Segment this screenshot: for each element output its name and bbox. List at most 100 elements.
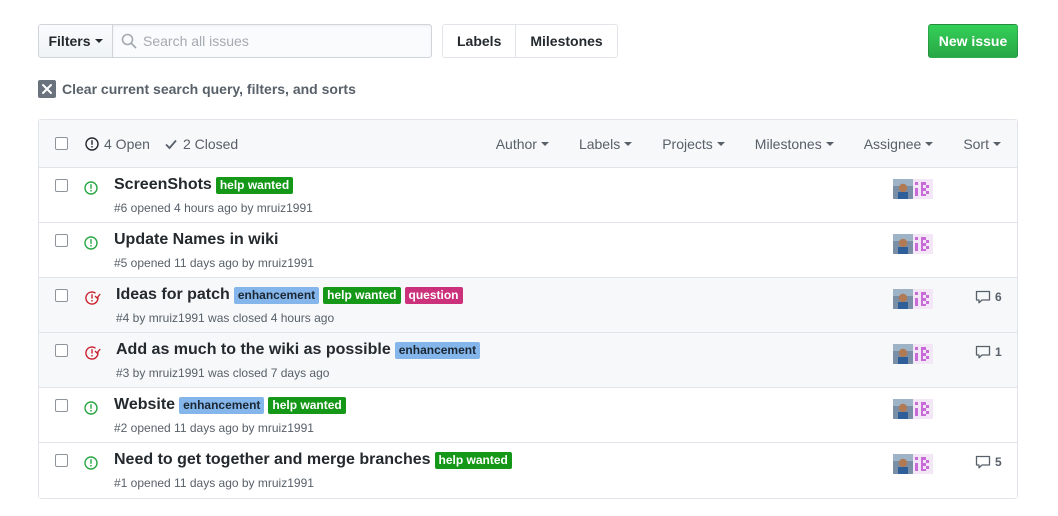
labels-milestones-nav: Labels Milestones bbox=[442, 24, 618, 58]
issue-closed-icon bbox=[85, 346, 101, 363]
filters-dropdown-button[interactable]: Filters bbox=[38, 24, 113, 58]
issue-opened-icon bbox=[85, 137, 99, 151]
chevron-down-icon bbox=[624, 142, 633, 146]
issue-meta: #3 by mruiz1991 was closed 7 days ago bbox=[116, 366, 330, 380]
avatar[interactable] bbox=[893, 399, 913, 419]
new-issue-button[interactable]: New issue bbox=[928, 24, 1018, 58]
filters-label: Filters bbox=[48, 33, 91, 49]
milestones-filter-label: Milestones bbox=[754, 136, 822, 152]
issue-title-link[interactable]: Update Names in wiki bbox=[114, 231, 279, 249]
issue-label-enhancement[interactable]: enhancement bbox=[394, 341, 481, 359]
sort-dropdown[interactable]: Sort bbox=[949, 136, 1017, 152]
issue-label-enhancement[interactable]: enhancement bbox=[233, 286, 320, 304]
avatar[interactable] bbox=[913, 344, 933, 364]
issue-row: Add as much to the wiki as possible enhan… bbox=[39, 333, 1017, 388]
avatar[interactable] bbox=[893, 179, 913, 199]
issue-title-line: Add as much to the wiki as possible enhan… bbox=[116, 341, 481, 359]
open-count-label: 4 Open bbox=[104, 136, 150, 152]
issues-list: 4 Open 2 Closed Author Labels Projects M… bbox=[38, 119, 1018, 499]
issue-title-link[interactable]: Add as much to the wiki as possible bbox=[116, 341, 391, 359]
avatar[interactable] bbox=[893, 289, 913, 309]
avatar[interactable] bbox=[893, 454, 913, 474]
chevron-down-icon bbox=[94, 39, 103, 43]
clear-query-link[interactable]: Clear current search query, filters, and… bbox=[38, 80, 356, 98]
avatar[interactable] bbox=[913, 289, 933, 309]
issue-checkbox[interactable] bbox=[55, 234, 68, 247]
issue-meta: #4 by mruiz1991 was closed 4 hours ago bbox=[116, 311, 335, 325]
chevron-down-icon bbox=[716, 142, 725, 146]
issue-title-line: Website enhancement help wanted bbox=[114, 396, 346, 414]
issue-checkbox[interactable] bbox=[55, 344, 68, 357]
closed-issues-filter[interactable]: 2 Closed bbox=[164, 136, 238, 152]
avatar[interactable] bbox=[913, 179, 933, 199]
issue-label-question[interactable]: question bbox=[404, 286, 463, 304]
sort-dropdown-label: Sort bbox=[963, 136, 989, 152]
issue-label-enhancement[interactable]: enhancement bbox=[179, 396, 265, 414]
avatar[interactable] bbox=[913, 234, 933, 254]
avatar[interactable] bbox=[913, 454, 933, 474]
projects-filter[interactable]: Projects bbox=[648, 136, 741, 152]
issue-meta: #6 opened 4 hours ago by mruiz1991 bbox=[114, 201, 313, 215]
chevron-down-icon bbox=[925, 142, 934, 146]
avatar[interactable] bbox=[893, 234, 913, 254]
issue-row: ScreenShots help wanted #6 opened 4 hours … bbox=[39, 168, 1017, 223]
chevron-down-icon bbox=[825, 142, 834, 146]
issue-title-line: Update Names in wiki bbox=[114, 231, 279, 249]
avatar[interactable] bbox=[913, 399, 933, 419]
labels-nav-button[interactable]: Labels bbox=[443, 25, 516, 57]
issues-list-header: 4 Open 2 Closed Author Labels Projects M… bbox=[39, 120, 1017, 168]
close-icon bbox=[38, 80, 56, 98]
issue-opened-icon bbox=[84, 181, 98, 198]
select-all-checkbox[interactable] bbox=[55, 137, 68, 150]
issue-opened-icon bbox=[84, 401, 98, 418]
issue-label-help-wanted[interactable]: help wanted bbox=[434, 451, 512, 469]
labels-filter[interactable]: Labels bbox=[565, 136, 648, 152]
assignee-avatars bbox=[893, 234, 933, 254]
issue-title-link[interactable]: Ideas for patch bbox=[116, 286, 230, 304]
author-filter-label: Author bbox=[495, 136, 537, 152]
assignee-avatars bbox=[893, 454, 933, 474]
comment-icon bbox=[975, 290, 991, 304]
search-icon bbox=[121, 33, 137, 49]
assignee-avatars bbox=[893, 289, 933, 309]
state-filters: 4 Open 2 Closed bbox=[85, 136, 252, 152]
issue-row: Need to get together and merge branches h… bbox=[39, 443, 1017, 498]
assignee-avatars bbox=[893, 399, 933, 419]
milestones-nav-button[interactable]: Milestones bbox=[515, 25, 617, 57]
issue-checkbox[interactable] bbox=[55, 454, 68, 467]
issue-checkbox[interactable] bbox=[55, 289, 68, 302]
assignee-avatars bbox=[893, 344, 933, 364]
issue-title-link[interactable]: Website bbox=[114, 396, 175, 414]
issue-label-help-wanted[interactable]: help wanted bbox=[268, 396, 346, 414]
comment-count: 1 bbox=[995, 345, 1002, 359]
comments-link[interactable]: 1 bbox=[975, 345, 1002, 359]
issue-label-help-wanted[interactable]: help wanted bbox=[323, 286, 401, 304]
sort-filters: Author Labels Projects Milestones Assign… bbox=[496, 136, 1017, 152]
open-issues-filter[interactable]: 4 Open bbox=[85, 136, 150, 152]
issue-opened-icon bbox=[84, 236, 98, 253]
comments-link[interactable]: 6 bbox=[975, 290, 1002, 304]
assignee-filter[interactable]: Assignee bbox=[850, 136, 950, 152]
comment-icon bbox=[975, 455, 991, 469]
chevron-down-icon bbox=[993, 142, 1001, 146]
issue-checkbox[interactable] bbox=[55, 179, 68, 192]
labels-filter-label: Labels bbox=[578, 136, 621, 152]
milestones-filter[interactable]: Milestones bbox=[741, 136, 850, 152]
comments-link[interactable]: 5 bbox=[975, 455, 1002, 469]
issue-title-line: ScreenShots help wanted bbox=[114, 176, 294, 194]
search-field[interactable] bbox=[112, 24, 432, 58]
search-input[interactable] bbox=[143, 33, 413, 49]
issue-row: Update Names in wiki #5 opened 11 days ag… bbox=[39, 223, 1017, 278]
issue-checkbox[interactable] bbox=[55, 399, 68, 412]
check-icon bbox=[165, 139, 177, 150]
issue-title-line: Ideas for patch enhancement help wanted que… bbox=[116, 286, 463, 304]
comment-icon bbox=[975, 345, 991, 359]
issue-opened-icon bbox=[84, 456, 98, 473]
issue-meta: #2 opened 11 days ago by mruiz1991 bbox=[114, 421, 314, 435]
author-filter[interactable]: Author bbox=[496, 136, 565, 152]
issue-title-link[interactable]: Need to get together and merge branches bbox=[114, 451, 431, 469]
avatar[interactable] bbox=[893, 344, 913, 364]
issue-title-link[interactable]: ScreenShots bbox=[114, 176, 212, 194]
issue-label-help-wanted[interactable]: help wanted bbox=[215, 176, 294, 194]
issue-title-line: Need to get together and merge branches h… bbox=[114, 451, 512, 469]
